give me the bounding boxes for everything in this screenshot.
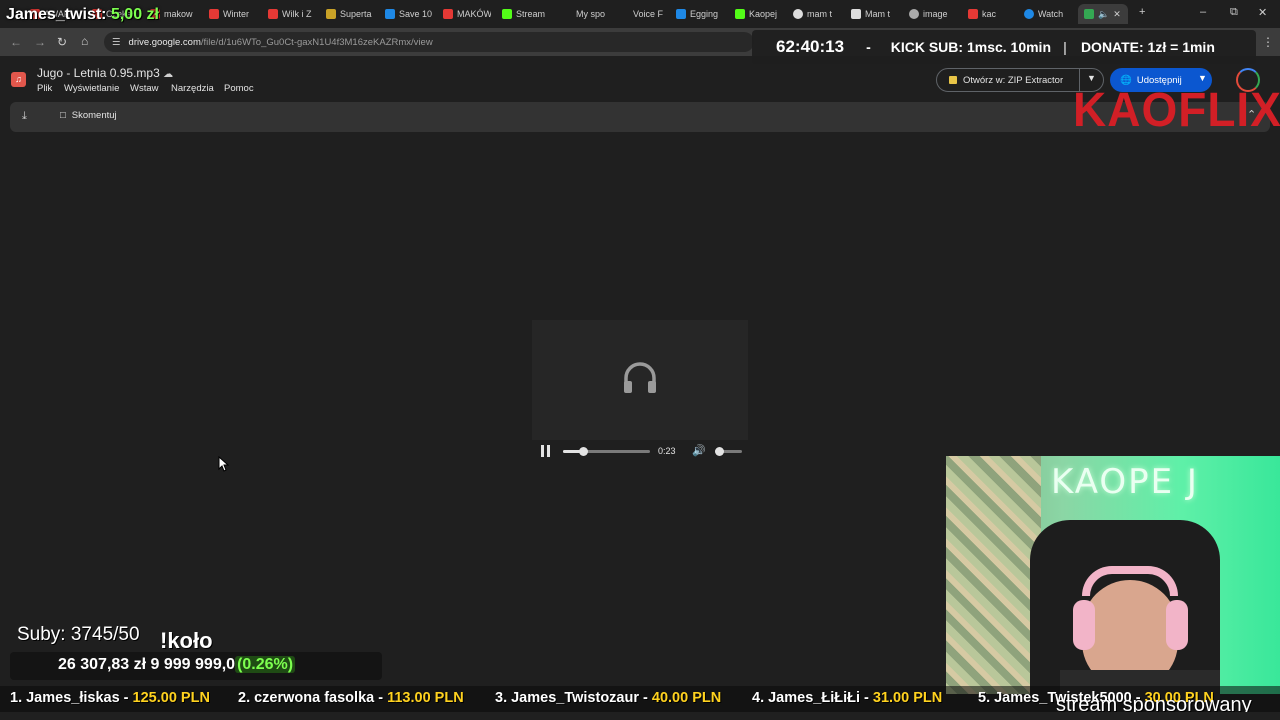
youtube-icon: [268, 9, 278, 19]
pause-button[interactable]: [541, 445, 551, 457]
browser-tab[interactable]: image: [909, 4, 957, 24]
browser-tab[interactable]: Stream: [502, 4, 550, 24]
site-info-icon[interactable]: ☰: [112, 37, 121, 48]
home-icon[interactable]: ⌂: [81, 34, 88, 48]
browser-tab[interactable]: mam t: [793, 4, 841, 24]
browser-tab[interactable]: Egging: [676, 4, 724, 24]
file-title[interactable]: Jugo - Letnia 0.95.mp3 ☁: [37, 66, 173, 80]
taskbar: [0, 712, 1280, 720]
wheel-command: !koło: [160, 628, 213, 653]
comment-icon: □: [60, 110, 66, 121]
menu-file[interactable]: Plik: [37, 83, 52, 94]
url-input[interactable]: ☰ drive.google.com/file/d/1u6WTo_Gu0Ct-g…: [104, 32, 754, 52]
browser-tab[interactable]: Mam t: [851, 4, 899, 24]
steam-icon: [385, 9, 395, 19]
subathon-timer: 62:40:13 - KICK SUB: 1msc. 10min | DONAT…: [752, 30, 1256, 64]
browser-tab[interactable]: Kaopej: [735, 4, 783, 24]
headset-ear-right: [1166, 600, 1188, 650]
browser-tab[interactable]: Watch: [1024, 4, 1072, 24]
menu-insert[interactable]: Wstaw: [130, 83, 159, 94]
browser-tab[interactable]: Voice F: [633, 4, 673, 24]
close-window-icon[interactable]: ✕: [1258, 6, 1267, 19]
globe-icon: [909, 9, 919, 19]
volume-icon[interactable]: 🔊: [692, 444, 706, 457]
donate-rate: DONATE: 1zł = 1min: [1080, 39, 1215, 55]
kick-icon: [735, 9, 745, 19]
drive-icon: [1084, 9, 1094, 19]
subs-counter: Suby: 3745/50: [17, 624, 140, 645]
mouse-cursor: [218, 456, 230, 472]
shared-icon[interactable]: ☁: [163, 69, 173, 80]
browser-tab[interactable]: Wilk i Z: [268, 4, 316, 24]
browser-tab[interactable]: My spo: [576, 4, 616, 24]
donation-goal: 26 307,83 zł 9 999 999,0 (0.26%): [58, 656, 296, 673]
speaker-icon: 🔈: [1098, 8, 1110, 19]
browser-tab[interactable]: Superta: [326, 4, 374, 24]
volume-handle[interactable]: [714, 447, 724, 456]
browser-tab[interactable]: MAKÓW: [443, 4, 491, 24]
menu-help[interactable]: Pomoc: [224, 83, 254, 94]
headset-ear-left: [1073, 600, 1095, 650]
ticker-item: 4. James_ŁiŁiŁi - 31.00 PLN: [752, 690, 943, 706]
ticker-item: 3. James_Twistozaur - 40.00 PLN: [495, 690, 722, 706]
youtube-icon: [209, 9, 219, 19]
poster-wall: [946, 456, 1041, 694]
menu-view[interactable]: Wyświetlanie: [64, 83, 119, 94]
minimize-icon[interactable]: –: [1200, 6, 1206, 18]
restore-icon[interactable]: ⧉: [1230, 6, 1238, 19]
steam-icon: [676, 9, 686, 19]
browser-tab[interactable]: Save 10: [385, 4, 433, 24]
neon-sign: KAOPE J: [1051, 462, 1199, 502]
wikipedia-icon: [851, 9, 861, 19]
browser-tab-active[interactable]: 🔈 ✕: [1078, 4, 1128, 24]
youtube-icon: [443, 9, 453, 19]
ticker-item: 2. czerwona fasolka - 113.00 PLN: [238, 690, 464, 706]
shop-icon: [326, 9, 336, 19]
download-icon[interactable]: ⤓: [22, 110, 27, 123]
ticker-item: 1. James_łiskas - 125.00 PLN: [10, 690, 210, 706]
url-host: drive.google.com: [128, 36, 201, 48]
youtube-icon: [968, 9, 978, 19]
kick-sub-rate: KICK SUB: 1msc. 10min: [890, 39, 1052, 55]
close-tab-icon[interactable]: ✕: [1113, 9, 1121, 20]
menu-tools[interactable]: Narzędzia: [171, 83, 214, 94]
last-donation: James_twist: 5,00 zł: [6, 6, 159, 23]
current-time: 0:23: [658, 446, 676, 456]
zip-extractor-icon: [949, 76, 957, 84]
seek-slider[interactable]: [563, 447, 650, 456]
google-icon: [793, 9, 803, 19]
chat-icon: [1024, 9, 1034, 19]
new-tab-button[interactable]: +: [1139, 6, 1145, 18]
browser-menu-icon[interactable]: ⋮: [1262, 35, 1274, 49]
seek-handle[interactable]: [578, 447, 588, 456]
timer-value: 62:40:13: [776, 37, 845, 56]
kick-icon: [502, 9, 512, 19]
forward-icon[interactable]: →: [34, 35, 46, 49]
channel-logo: KAOFLIX: [1073, 81, 1280, 137]
url-path: /file/d/1u6WTo_Gu0Ct-gaxN1U4f3M16zeKAZRm…: [200, 36, 433, 48]
back-icon[interactable]: ←: [10, 35, 22, 49]
audio-file-icon: ♫: [11, 72, 26, 87]
browser-tab[interactable]: kac: [968, 4, 1016, 24]
browser-tab[interactable]: Winter: [209, 4, 257, 24]
tab-strip: AWAF Czeka makow Winter Wilk i Z Superta…: [0, 0, 1280, 28]
reload-icon[interactable]: ↻: [57, 35, 67, 49]
headphones-icon: [624, 362, 656, 393]
volume-slider[interactable]: [714, 447, 742, 456]
comment-button[interactable]: □ Skomentuj: [60, 110, 117, 121]
